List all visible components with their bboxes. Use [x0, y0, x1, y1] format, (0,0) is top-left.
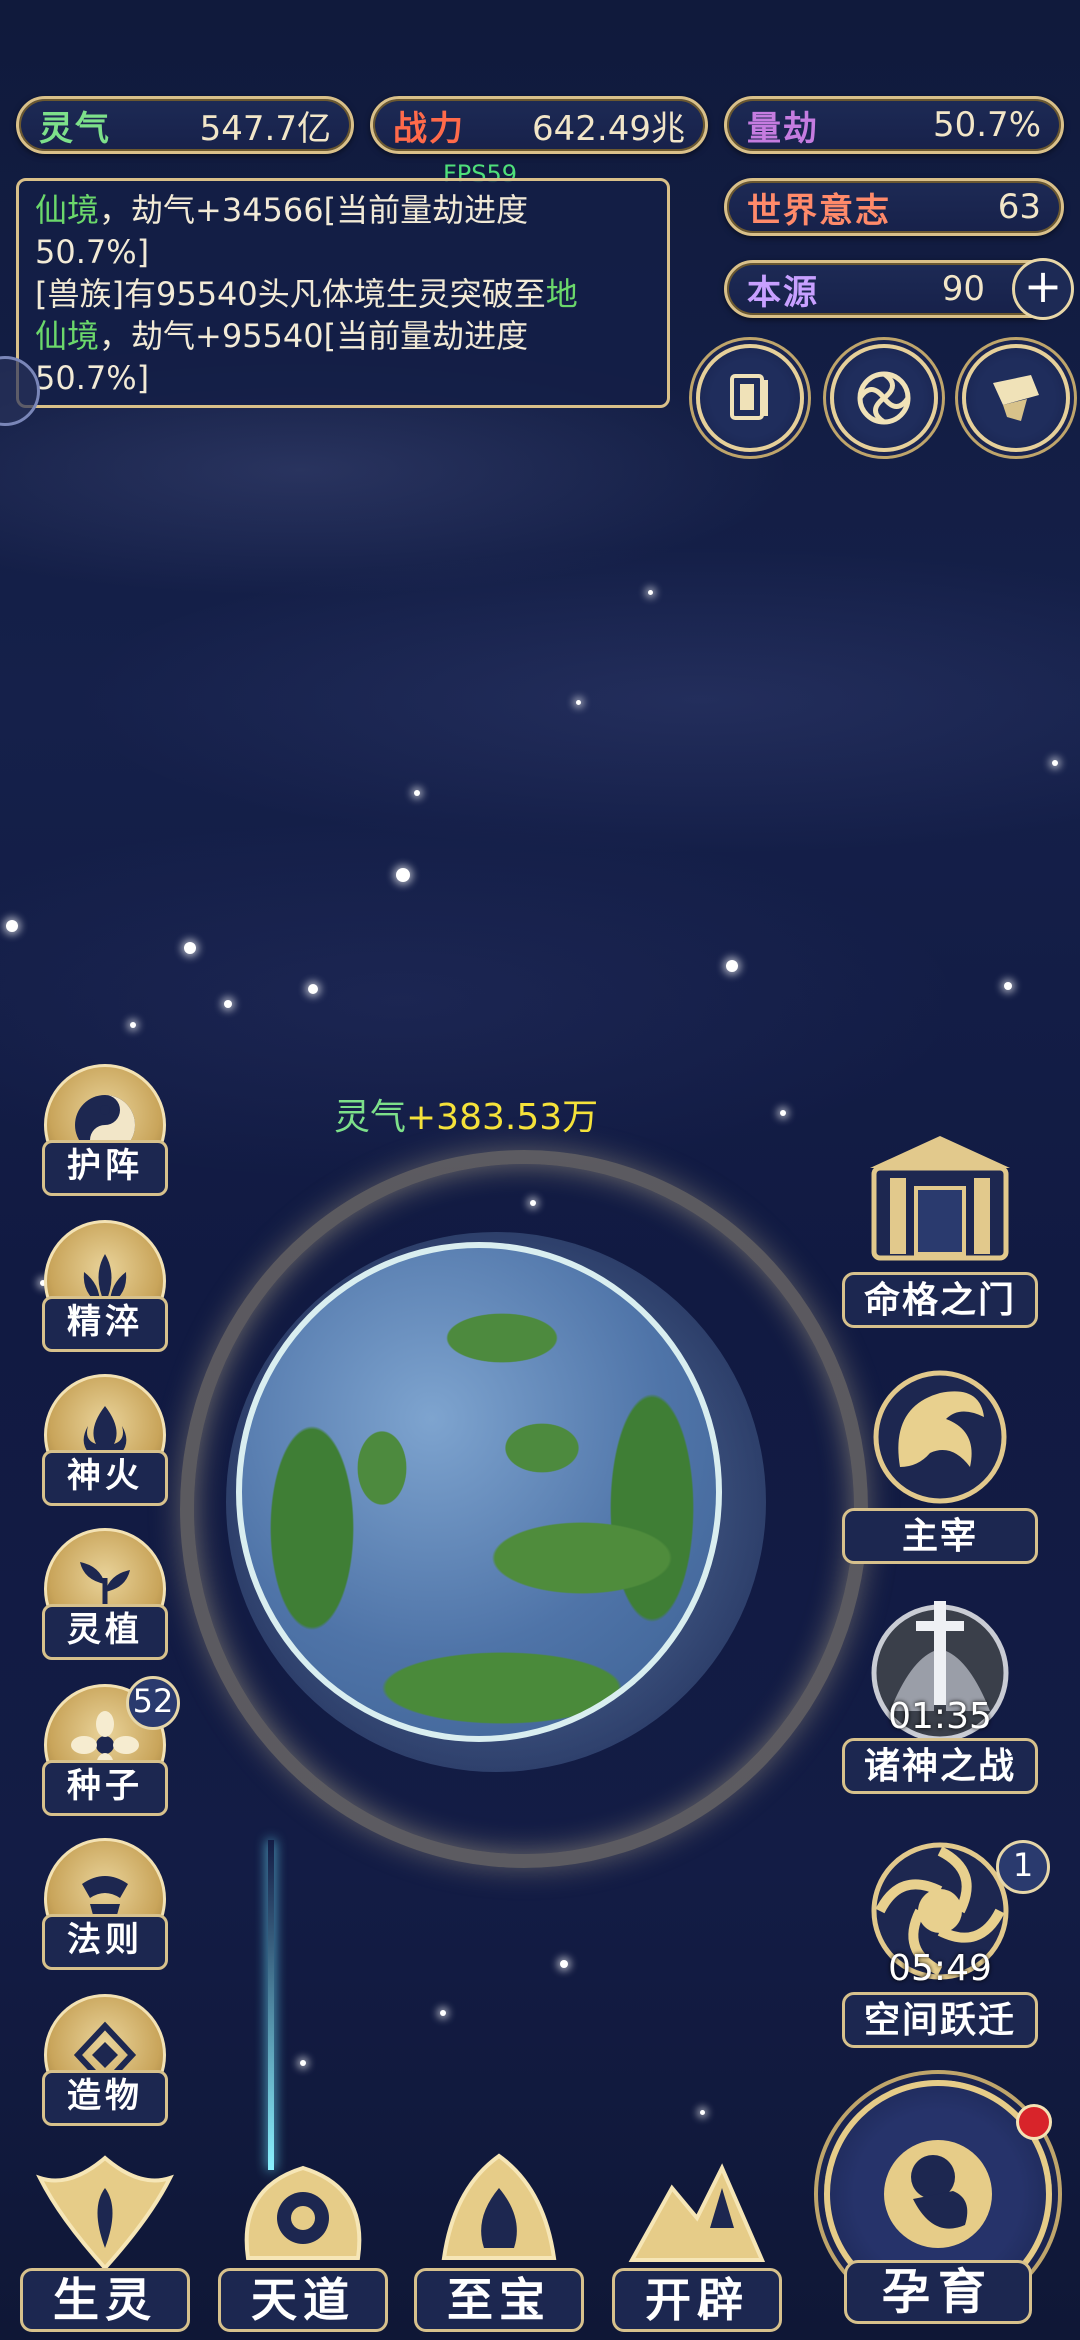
menu-yunyu-label: 孕育 — [844, 2260, 1032, 2324]
log-line: [兽族]有95540头凡体境生灵突破至地 — [35, 273, 651, 315]
plus-icon: + — [1023, 259, 1063, 313]
notification-dot — [1016, 2104, 1052, 2140]
menu-huzhen-label: 护阵 — [42, 1140, 168, 1196]
menu-kaipi-label: 开辟 — [612, 2268, 782, 2332]
menu-zhuzai[interactable]: 主宰 — [842, 1362, 1038, 1572]
log-text: ，劫气+34566[当前量劫进度 — [99, 191, 529, 229]
kongjian-badge: 1 — [996, 1840, 1050, 1894]
menu-zhushen-label: 诸神之战 — [842, 1738, 1038, 1794]
menu-zaowu-label: 造物 — [42, 2070, 168, 2126]
zhushen-timer: 01:35 — [888, 1696, 992, 1737]
gain-label: 灵气 — [334, 1097, 407, 1138]
menu-lingzhi[interactable]: 灵植 — [32, 1528, 172, 1668]
menu-yunyu[interactable]: 孕育 — [818, 2080, 1058, 2330]
scroll-icon — [993, 375, 1039, 421]
stat-lingqi[interactable]: 灵气 547.7亿 — [16, 96, 354, 154]
menu-shenhuo[interactable]: 神火 — [32, 1374, 172, 1514]
gain-popup: 灵气+383.53万 — [334, 1088, 598, 1140]
stat-liangjie[interactable]: 量劫 50.7% — [724, 96, 1064, 154]
stat-shijie[interactable]: 世界意志 63 — [724, 178, 1064, 236]
menu-zhibao[interactable]: 至宝 — [414, 2148, 584, 2338]
stat-zhanli-value: 642.49兆 — [532, 108, 685, 149]
stat-liangjie-value: 50.7% — [932, 105, 1041, 145]
stat-liangjie-label: 量劫 — [747, 108, 819, 149]
seed-count-badge: 52 — [126, 1676, 180, 1730]
stat-shijie-label: 世界意志 — [747, 190, 891, 231]
gate-icon — [860, 1128, 1020, 1268]
stat-zhanli-label: 战力 — [393, 108, 465, 149]
log-line: 50.7%] — [35, 231, 651, 273]
menu-zhongzi-label: 种子 — [42, 1760, 168, 1816]
kongjian-timer: 05:49 — [888, 1948, 992, 1989]
card-button[interactable] — [696, 344, 804, 452]
dragon-icon — [860, 1362, 1020, 1504]
planet[interactable] — [236, 1242, 722, 1742]
menu-zhushen[interactable]: 01:35 诸神之战 — [842, 1596, 1038, 1806]
menu-zaowu[interactable]: 造物 — [32, 1994, 172, 2134]
menu-jingcui-label: 精淬 — [42, 1296, 168, 1352]
stat-zhanli[interactable]: 战力 642.49兆 — [370, 96, 708, 154]
stat-shijie-value: 63 — [997, 187, 1041, 227]
menu-kaipi[interactable]: 开辟 — [612, 2148, 782, 2338]
menu-shenhuo-label: 神火 — [42, 1450, 168, 1506]
vortex-icon — [857, 371, 911, 425]
menu-tiandao[interactable]: 天道 — [218, 2148, 388, 2338]
menu-zhibao-label: 至宝 — [414, 2268, 584, 2332]
menu-kongjian-label: 空间跃迁 — [842, 1992, 1038, 2048]
menu-shengling-label: 生灵 — [20, 2268, 190, 2332]
add-benyuan-button[interactable]: + — [1012, 258, 1074, 320]
menu-faze[interactable]: 法则 — [32, 1838, 172, 1978]
menu-huzhen[interactable]: 护阵 — [32, 1064, 172, 1204]
vortex-button[interactable] — [830, 344, 938, 452]
menu-faze-label: 法则 — [42, 1914, 168, 1970]
menu-tiandao-label: 天道 — [218, 2268, 388, 2332]
menu-lingzhi-label: 灵植 — [42, 1604, 168, 1660]
menu-mingge-label: 命格之门 — [842, 1272, 1038, 1328]
log-text: 50.7%] — [35, 233, 150, 271]
log-text: 50.7%] — [35, 359, 150, 397]
scroll-button[interactable] — [962, 344, 1070, 452]
log-highlight: 仙境 — [35, 191, 100, 229]
event-log: 仙境，劫气+34566[当前量劫进度 50.7%] [兽族]有95540头凡体境… — [16, 178, 670, 408]
log-text: [兽族]有95540头凡体境生灵突破至 — [35, 275, 546, 313]
log-highlight: 仙境 — [35, 317, 100, 355]
stat-benyuan-value: 90 — [941, 269, 985, 309]
log-line: 仙境，劫气+34566[当前量劫进度 — [35, 189, 651, 231]
phoenix-icon — [30, 2148, 180, 2278]
log-highlight: 地 — [545, 275, 578, 313]
menu-shengling[interactable]: 生灵 — [20, 2148, 190, 2338]
stat-benyuan-label: 本源 — [747, 272, 819, 313]
card-icon — [730, 374, 768, 420]
gain-value: +383.53万 — [406, 1097, 599, 1138]
log-line: 50.7%] — [35, 357, 651, 399]
log-text: ，劫气+95540[当前量劫进度 — [99, 317, 529, 355]
stat-lingqi-value: 547.7亿 — [199, 108, 331, 149]
log-line: 仙境，劫气+95540[当前量劫进度 — [35, 315, 651, 357]
menu-jingcui[interactable]: 精淬 — [32, 1220, 172, 1360]
menu-mingge[interactable]: 命格之门 — [842, 1128, 1038, 1338]
stat-lingqi-label: 灵气 — [39, 108, 111, 149]
cloud-swirl-icon — [228, 2148, 378, 2278]
treasure-flame-icon — [424, 2148, 574, 2278]
menu-zhuzai-label: 主宰 — [842, 1508, 1038, 1564]
light-beam — [268, 1840, 274, 2170]
mountain-peak-icon — [622, 2148, 772, 2278]
